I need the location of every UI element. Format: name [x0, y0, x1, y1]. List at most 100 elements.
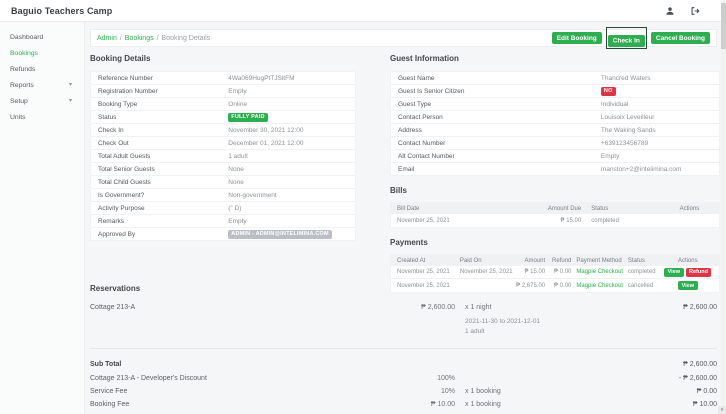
field-label: Remarks	[91, 218, 228, 225]
total-amount: ₱ 0.00	[605, 388, 717, 395]
right-column: Guest Information Guest NameThancred Wat…	[390, 54, 720, 293]
field-value: (" D)	[228, 205, 241, 212]
field-value: 1 adult	[228, 153, 248, 160]
bills-table: Bill Date Amount Due Status Actions Nove…	[390, 202, 720, 228]
column-header: Created At	[391, 258, 460, 264]
field-label: Alt Contact Number	[391, 153, 601, 160]
table-row: AddressThe Waking Sands	[391, 124, 719, 137]
user-icon[interactable]	[665, 6, 675, 16]
section-title: Guest Information	[390, 54, 720, 63]
payments-header: Created At Paid On Amount Refund Payment…	[391, 255, 719, 266]
table-row: StatusFULLY PAID	[91, 111, 355, 124]
total-rate: 100%	[390, 375, 455, 382]
field-value: Empty	[601, 153, 619, 160]
field-value: None	[228, 166, 244, 173]
field-label: Approved By	[91, 231, 228, 238]
sidebar-item-reports[interactable]: Reports▾	[0, 77, 84, 93]
scrollbar-down-arrow[interactable]: ▾	[718, 406, 726, 414]
field-value: manston+2@intelimina.com	[601, 166, 681, 173]
refund-button[interactable]: Refund	[686, 268, 712, 277]
table-row: Total Adult Guests1 adult	[91, 150, 355, 163]
payment-created-at: November 25, 2021	[391, 269, 460, 275]
table-row: Total Child GuestsNone	[91, 176, 355, 189]
topbar: Admin / Bookings / Booking Details Edit …	[90, 29, 717, 47]
bill-date: November 25, 2021	[391, 218, 509, 224]
table-row: Registration NumberEmpty	[91, 85, 355, 98]
sidebar-item-label: Units	[10, 114, 26, 121]
field-label: Status	[91, 114, 228, 121]
total-label: Service Fee	[90, 388, 390, 395]
payment-method-link[interactable]: Magpie Checkout	[571, 269, 623, 275]
total-amount: - ₱ 2,600.00	[605, 375, 717, 382]
breadcrumb-current: Booking Details	[162, 35, 211, 42]
field-value: FULLY PAID	[228, 113, 267, 122]
field-label: Registration Number	[91, 88, 228, 95]
header-icons	[665, 6, 726, 16]
breadcrumb-bookings[interactable]: Bookings	[125, 35, 154, 42]
total-label: Booking Fee	[90, 401, 390, 408]
field-label: Address	[391, 127, 601, 134]
table-row: Is Government?Non-government	[91, 189, 355, 202]
field-label: Check Out	[91, 140, 228, 147]
breadcrumb-separator: /	[120, 35, 122, 42]
column-header: Status	[624, 258, 657, 264]
field-label: Is Government?	[91, 192, 228, 199]
field-value: November 30, 2021 12:00	[228, 127, 303, 134]
column-header: Payment Method	[571, 258, 623, 264]
field-value: Empty	[228, 218, 246, 225]
table-row: Check OutDecember 01, 2021 12:00	[91, 137, 355, 150]
column-header: Actions	[660, 206, 719, 212]
total-qty: x 1 booking	[455, 401, 605, 408]
sidebar-item-units[interactable]: Units	[0, 109, 84, 125]
total-amount: ₱ 2,600.00	[605, 361, 717, 368]
column-header: Actions	[657, 258, 719, 264]
field-label: Check In	[91, 127, 228, 134]
column-header: Amount Due	[509, 206, 581, 212]
table-row: November 25, 2021 ₱ 15.00 completed	[391, 214, 719, 227]
edit-booking-button[interactable]: Edit Booking	[552, 32, 602, 44]
field-label: Total Adult Guests	[91, 153, 228, 160]
field-value: +639123456789	[601, 140, 648, 147]
sidebar-item-refunds[interactable]: Refunds	[0, 61, 84, 77]
field-label: Guest Type	[391, 101, 601, 108]
bill-status: completed	[581, 218, 660, 224]
view-button[interactable]: View	[664, 268, 683, 277]
payment-paid-on: November 25, 2021	[460, 269, 516, 275]
total-row: Service Fee 10% x 1 booking ₱ 0.00	[90, 385, 717, 398]
chevron-down-icon: ▾	[69, 98, 72, 104]
check-in-button[interactable]: Check In	[608, 35, 645, 47]
field-label: Guest Name	[391, 75, 601, 82]
sidebar-item-dashboard[interactable]: Dashboard	[0, 29, 84, 45]
field-label: Booking Type	[91, 101, 228, 108]
bills-header: Bill Date Amount Due Status Actions	[391, 203, 719, 214]
bills-section: Bills Bill Date Amount Due Status Action…	[390, 186, 720, 228]
payment-status: completed	[624, 269, 657, 275]
table-row: Booking TypeOnline	[91, 98, 355, 111]
table-row: RemarksEmpty	[91, 215, 355, 228]
breadcrumb-admin[interactable]: Admin	[97, 35, 117, 42]
vertical-scrollbar[interactable]	[721, 0, 726, 414]
reservation-item: Cottage 213-A ₱ 2,600.00 x 1 night ₱ 2,6…	[90, 304, 717, 311]
table-row: Emailmanston+2@intelimina.com	[391, 163, 719, 176]
section-title: Bills	[390, 186, 720, 195]
cancel-booking-button[interactable]: Cancel Booking	[651, 32, 710, 44]
field-value: 4Wa069HugPtTJSltFM	[228, 75, 294, 82]
table-row: Contact Number+639123456789	[391, 137, 719, 150]
total-amount: ₱ 10.00	[605, 401, 717, 408]
reservation-name: Cottage 213-A	[90, 304, 390, 311]
reservation-rate: ₱ 2,600.00	[390, 304, 455, 311]
field-value: The Waking Sands	[601, 127, 656, 134]
field-label: Email	[391, 166, 601, 173]
field-value: Online	[228, 101, 247, 108]
field-value: Louisoix Leveilleur	[601, 114, 654, 121]
sidebar-item-setup[interactable]: Setup▾	[0, 93, 84, 109]
field-value: NO	[601, 87, 616, 96]
total-label: Cottage 213-A - Developer's Discount	[90, 375, 390, 382]
logout-icon[interactable]	[690, 6, 700, 16]
main-content: Admin / Bookings / Booking Details Edit …	[86, 22, 721, 414]
scrollbar-thumb[interactable]	[721, 3, 726, 49]
field-value: Non-government	[228, 192, 276, 199]
check-in-highlight: Check In	[606, 27, 647, 49]
sidebar-item-bookings[interactable]: Bookings	[0, 45, 84, 61]
guest-information-section: Guest Information Guest NameThancred Wat…	[390, 54, 720, 176]
